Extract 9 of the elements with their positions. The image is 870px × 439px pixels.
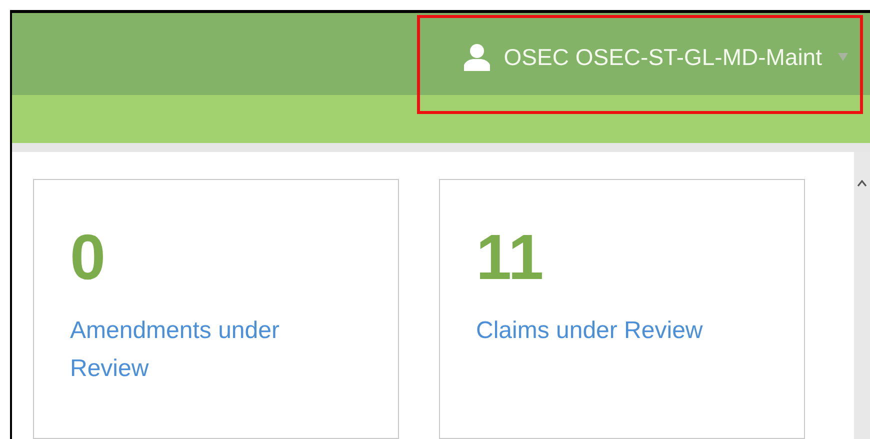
user-menu[interactable]: OSEC OSEC-ST-GL-MD-Maint (462, 40, 848, 74)
user-icon (462, 43, 492, 72)
stat-count: 11 (476, 222, 545, 292)
stat-link[interactable]: Claims under Review (476, 312, 751, 350)
scroll-up-icon (857, 180, 867, 187)
caret-icon (838, 53, 848, 62)
stat-link[interactable]: Amendments under Review (70, 312, 345, 388)
scrollbar[interactable] (854, 152, 870, 439)
stat-count: 0 (70, 222, 107, 292)
